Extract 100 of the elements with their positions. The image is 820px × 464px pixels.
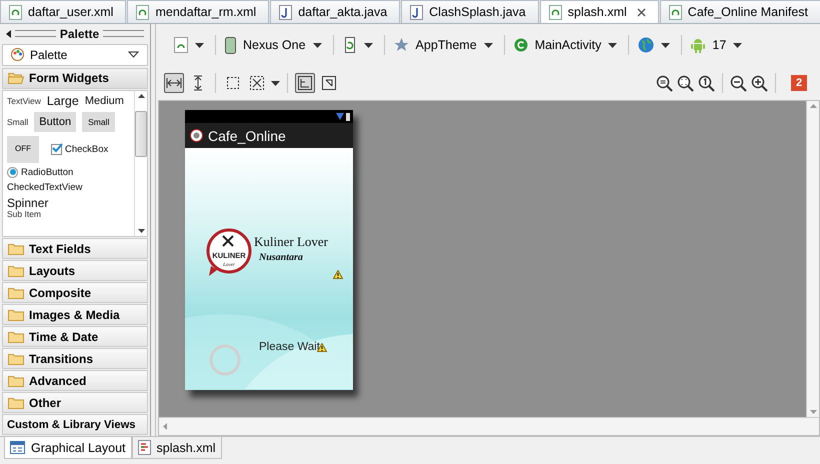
palette-icon <box>11 48 24 62</box>
xml-file-icon <box>138 440 151 455</box>
folder-icon <box>8 264 24 277</box>
small-button-widget[interactable]: Small <box>82 112 116 132</box>
palette-category[interactable]: Custom & Library Views <box>2 414 148 436</box>
zoom-actual-icon[interactable] <box>698 74 715 92</box>
zoom-in-icon[interactable] <box>751 74 768 92</box>
layout-left-icon <box>297 75 313 91</box>
small-text-widget[interactable]: Small <box>7 116 28 127</box>
caret-icon[interactable] <box>195 42 204 48</box>
warning-icon[interactable] <box>333 270 343 279</box>
folder-icon <box>8 374 24 387</box>
palette-category[interactable]: Composite <box>2 282 148 304</box>
loading-text: Please Wait <box>259 341 320 353</box>
progress-spinner <box>209 344 241 376</box>
checkbox[interactable] <box>51 144 62 155</box>
caret-icon[interactable] <box>364 42 373 48</box>
error-count-badge[interactable]: 2 <box>791 75 807 91</box>
radio-label: RadioButton <box>21 166 74 178</box>
caret-icon[interactable] <box>312 42 322 48</box>
folder-icon <box>8 72 24 84</box>
spinner-widget[interactable]: Spinner <box>7 196 130 209</box>
folder-icon <box>8 286 24 299</box>
star-icon[interactable] <box>394 38 409 52</box>
scroll-down-icon[interactable] <box>138 229 144 234</box>
caret-icon[interactable] <box>733 42 742 48</box>
wifi-icon <box>336 113 344 120</box>
editor-tab[interactable]: daftar_akta.java <box>270 0 400 23</box>
phone-icon[interactable] <box>225 36 236 54</box>
palette-category[interactable]: Form Widgets <box>2 68 148 89</box>
device-selector[interactable]: Nexus One <box>219 36 330 54</box>
palette-category[interactable]: Advanced <box>2 370 148 392</box>
folder-icon <box>8 308 24 321</box>
expand-icon <box>249 75 265 91</box>
xml-file-icon <box>668 4 682 20</box>
activity-icon[interactable] <box>514 38 528 52</box>
checkbox-label: CheckBox <box>65 144 108 155</box>
xml-file-icon <box>9 4 22 20</box>
zoom-out-icon[interactable] <box>730 74 747 92</box>
layout-swap-icon <box>321 75 337 91</box>
app-icon <box>190 129 203 142</box>
layout-file-icon[interactable] <box>174 37 188 53</box>
xml-file-icon <box>548 4 562 20</box>
scroll-up-icon[interactable] <box>138 94 144 98</box>
zoom-real-size-icon[interactable] <box>656 74 673 92</box>
globe-icon[interactable] <box>638 37 654 53</box>
palette-category[interactable]: Time & Date <box>2 326 148 348</box>
java-file-icon <box>410 4 424 20</box>
editor-tab[interactable]: splash.xml <box>540 0 659 23</box>
palette-category[interactable]: Layouts <box>2 260 148 282</box>
palette-category[interactable]: Transitions <box>2 348 148 370</box>
button-widget[interactable]: Button <box>34 112 76 132</box>
xml-file-icon <box>136 4 150 20</box>
palette-category[interactable]: Images & Media <box>2 304 148 326</box>
checked-textview-widget[interactable]: CheckedTextView <box>7 182 130 193</box>
brand-name: Kuliner Lover <box>254 234 328 250</box>
spinner-sub-item[interactable]: Sub Item <box>7 208 130 219</box>
editor-tab[interactable]: Cafe_Online Manifest <box>660 0 820 23</box>
brand-tagline: Nusantara <box>259 252 303 263</box>
caret-icon[interactable] <box>661 42 670 48</box>
layout-left-button[interactable] <box>295 73 315 93</box>
editor-tab[interactable]: mendaftar_rm.xml <box>127 0 270 23</box>
editor-mode-tab[interactable]: splash.xml <box>132 437 222 459</box>
palette-title: Palette <box>60 26 100 41</box>
folder-icon <box>8 352 24 365</box>
editor-mode-tab[interactable]: Graphical Layout <box>4 437 132 459</box>
caret-icon[interactable] <box>608 42 618 48</box>
scroll-left-icon[interactable] <box>163 423 167 430</box>
palette-dropdown[interactable]: Palette <box>2 44 148 66</box>
layout-swap-button[interactable] <box>319 73 339 93</box>
editor-tab[interactable]: daftar_user.xml <box>0 0 126 23</box>
close-icon[interactable] <box>636 8 646 16</box>
activity-selector[interactable]: MainActivity <box>508 38 626 52</box>
expand-button[interactable] <box>247 73 267 93</box>
palette-category[interactable]: Other <box>2 392 148 414</box>
fit-width-icon <box>166 75 182 91</box>
folder-icon <box>8 396 24 409</box>
palette-scrollbar[interactable] <box>134 90 147 236</box>
horizontal-scrollbar[interactable] <box>159 417 819 435</box>
textview-widget[interactable]: TextView <box>7 96 41 106</box>
layout-icon <box>10 441 25 454</box>
folder-icon <box>8 242 24 255</box>
collapse-icon[interactable] <box>6 30 11 38</box>
app-title: Cafe_Online <box>208 128 286 144</box>
caret-icon[interactable] <box>271 80 280 86</box>
folder-icon <box>8 330 24 343</box>
editor-tab[interactable]: ClashSplash.java <box>401 0 539 23</box>
radio-button[interactable] <box>7 166 18 178</box>
caret-icon[interactable] <box>128 51 139 58</box>
java-file-icon <box>279 4 292 20</box>
theme-selector[interactable]: AppTheme <box>388 38 501 52</box>
large-text-widget[interactable]: Large <box>46 94 79 108</box>
fit-width-button[interactable] <box>164 73 184 93</box>
api-selector[interactable]: 17 <box>685 37 750 53</box>
toggle-button-widget[interactable]: OFF <box>7 136 39 163</box>
caret-icon[interactable] <box>484 42 493 48</box>
palette-category[interactable]: Text Fields <box>2 238 148 260</box>
zoom-fit-icon[interactable] <box>677 74 694 92</box>
medium-text-widget[interactable]: Medium <box>84 94 124 107</box>
rotate-icon[interactable] <box>342 37 357 53</box>
